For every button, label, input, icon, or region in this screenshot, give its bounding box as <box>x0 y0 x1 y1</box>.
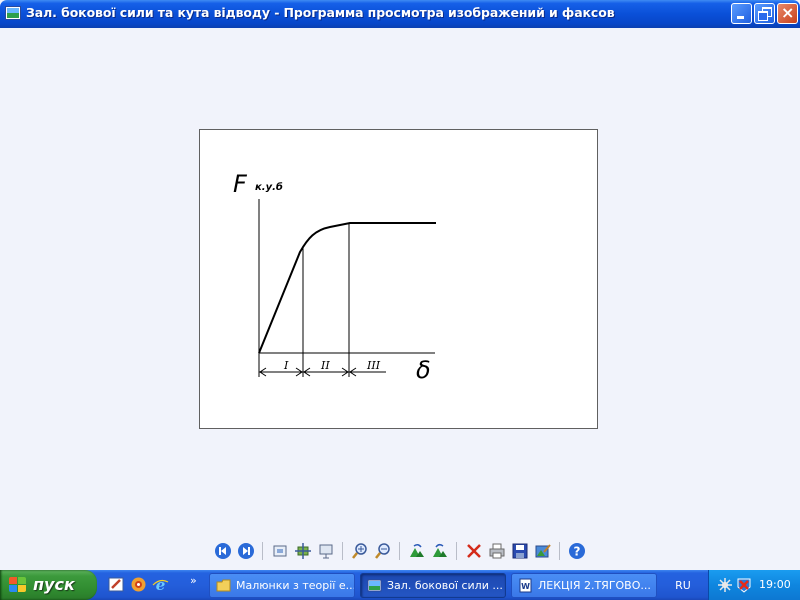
start-label: пуск <box>33 575 75 594</box>
quick-launch-more[interactable]: » <box>190 574 197 587</box>
svg-text:?: ? <box>574 545 581 559</box>
save-icon[interactable] <box>511 542 529 560</box>
restore-button[interactable] <box>754 3 775 24</box>
language-indicator[interactable]: RU <box>663 573 703 598</box>
task-label: ЛЕКЦІЯ 2.ТЯГОВО... <box>538 579 651 592</box>
task-word-document[interactable]: W ЛЕКЦІЯ 2.ТЯГОВО... <box>511 573 657 598</box>
task-folder[interactable]: Малюнки з теорії е... <box>209 573 355 598</box>
next-image-icon[interactable] <box>237 542 255 560</box>
edit-icon[interactable] <box>534 542 552 560</box>
tire-lateral-force-diagram: F к.у.б δ I II III <box>233 170 436 384</box>
task-label: Малюнки з теорії е... <box>236 579 355 592</box>
x-axis-label: δ <box>416 356 431 384</box>
window-title: Зал. бокової сили та кута відводу - Прог… <box>26 5 615 20</box>
best-fit-icon[interactable] <box>271 542 289 560</box>
taskbar: пуск e » Малюнки з теорії е... Зал. боко… <box>0 570 800 600</box>
image-viewer-area[interactable]: F к.у.б δ I II III <box>0 28 800 538</box>
zoom-out-icon[interactable] <box>374 542 392 560</box>
close-icon: × <box>781 3 795 22</box>
image-viewer-icon <box>5 6 21 20</box>
force-curve <box>258 222 436 354</box>
zone-label-3: III <box>366 359 381 372</box>
y-axis-label: F <box>233 170 248 198</box>
svg-text:W: W <box>521 582 530 591</box>
displayed-image: F к.у.б δ I II III <box>199 129 598 429</box>
zoom-in-icon[interactable] <box>351 542 369 560</box>
y-axis-subscript: к.у.б <box>255 181 283 193</box>
clock: 19:00 <box>759 578 791 591</box>
delete-icon[interactable] <box>465 542 483 560</box>
quick-launch-browser-icon[interactable] <box>130 576 147 593</box>
folder-icon <box>216 578 231 593</box>
windows-logo-icon <box>9 577 27 593</box>
help-icon[interactable]: ? <box>568 542 586 560</box>
system-tray: 19:00 <box>708 570 800 600</box>
rotate-clockwise-icon[interactable] <box>408 542 426 560</box>
zone-label-2: II <box>320 359 330 372</box>
actual-size-icon[interactable] <box>294 542 312 560</box>
rotate-counterclockwise-icon[interactable] <box>431 542 449 560</box>
start-button[interactable]: пуск <box>0 570 97 600</box>
slideshow-icon[interactable] <box>317 542 335 560</box>
task-label: Зал. бокової сили ... <box>387 579 503 592</box>
viewer-toolbar: ? <box>212 540 592 562</box>
security-alert-icon[interactable] <box>736 577 752 593</box>
close-button[interactable]: × <box>777 3 798 24</box>
quick-launch-ie-icon[interactable]: e <box>152 576 169 594</box>
word-icon: W <box>518 578 533 593</box>
network-icon[interactable] <box>717 577 733 593</box>
title-bar[interactable]: Зал. бокової сили та кута відводу - Прог… <box>0 0 800 28</box>
task-image-viewer[interactable]: Зал. бокової сили ... <box>360 573 506 598</box>
previous-image-icon[interactable] <box>214 542 232 560</box>
quick-launch-edit-icon[interactable] <box>108 576 125 593</box>
zone-label-1: I <box>283 359 289 372</box>
image-viewer-icon <box>367 578 382 593</box>
minimize-button[interactable] <box>731 3 752 24</box>
print-icon[interactable] <box>488 542 506 560</box>
svg-text:e: e <box>156 576 166 593</box>
